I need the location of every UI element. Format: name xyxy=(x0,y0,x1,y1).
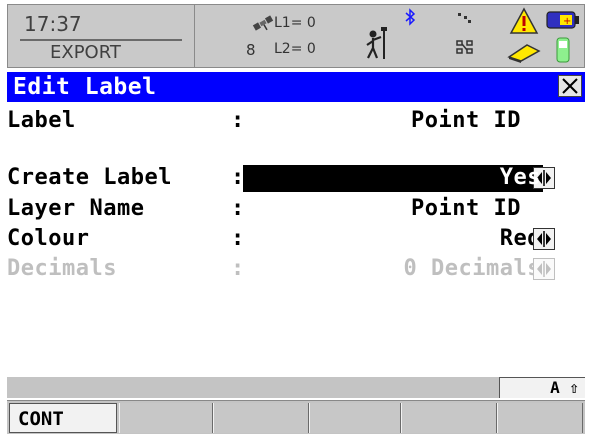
memory-card-icon xyxy=(507,44,541,63)
svg-text:+: + xyxy=(563,16,571,27)
status-time: 17:37 xyxy=(20,11,182,41)
field-value[interactable]: Point ID xyxy=(411,195,521,223)
field-label: Layer Name xyxy=(7,196,145,221)
gnss-status: 8 L1= 0 L2= 0 xyxy=(208,5,338,67)
warning-icon xyxy=(509,7,539,34)
close-icon xyxy=(562,78,578,94)
selection-highlight xyxy=(243,165,543,192)
field-label: Decimals xyxy=(7,256,117,281)
status-bar: 17:37 EXPORT 8 L1= 0 L2= 0 + xyxy=(7,4,585,68)
status-separator xyxy=(194,5,195,67)
left-right-arrows-icon xyxy=(537,231,551,247)
screen: 17:37 EXPORT 8 L1= 0 L2= 0 + Edit Label … xyxy=(0,0,590,437)
field-colon: : xyxy=(231,196,245,221)
field-value: Point ID xyxy=(411,108,521,133)
softkey-f1-cont[interactable]: CONT xyxy=(9,403,117,433)
clock-block: 17:37 EXPORT xyxy=(12,7,188,65)
l1-status: L1= 0 xyxy=(274,15,316,31)
radio-link-icon xyxy=(458,13,471,23)
choice-list-toggle[interactable] xyxy=(533,228,555,250)
l2-status: L2= 0 xyxy=(274,41,316,57)
field-label: Colour xyxy=(7,226,90,251)
row-decimals: Decimals : 0 Decimals xyxy=(7,255,585,285)
field-label: Create Label xyxy=(7,165,172,190)
row-label: Label : Point ID xyxy=(7,107,585,137)
field-value: 0 Decimals xyxy=(403,256,541,281)
softkey-f4[interactable] xyxy=(309,403,401,433)
battery-icon: + xyxy=(546,11,579,29)
info-strip: A ⇧ xyxy=(7,377,585,398)
softkey-bar: CONT xyxy=(7,400,585,434)
surveyor-icon xyxy=(366,27,387,59)
dialog-title: Edit Label xyxy=(13,74,157,100)
bluetooth-icon xyxy=(405,8,416,26)
softkey-f5[interactable] xyxy=(401,403,497,433)
dialog-title-bar: Edit Label xyxy=(7,72,585,102)
close-button[interactable] xyxy=(558,75,582,97)
left-right-arrows-icon xyxy=(537,261,551,277)
row-colour[interactable]: Colour : Red xyxy=(7,225,585,255)
softkey-f3[interactable] xyxy=(213,403,309,433)
field-label: Label xyxy=(7,108,76,133)
field-colon: : xyxy=(231,256,245,281)
status-app-name: EXPORT xyxy=(50,42,121,63)
satellite-icon xyxy=(252,15,274,31)
choice-list-toggle xyxy=(533,258,555,280)
satellite-count: 8 xyxy=(246,41,256,59)
field-value[interactable]: Yes xyxy=(500,164,541,192)
softkey-f6[interactable] xyxy=(497,403,583,433)
softkey-label: CONT xyxy=(18,408,64,430)
controller-icon xyxy=(556,37,570,63)
field-colon: : xyxy=(231,226,245,251)
row-create-label[interactable]: Create Label : Yes xyxy=(7,164,585,194)
network-icon xyxy=(456,40,473,54)
input-mode-indicator: A ⇧ xyxy=(499,377,585,398)
softkey-f2[interactable] xyxy=(119,403,213,433)
field-colon: : xyxy=(231,108,245,133)
row-layer-name[interactable]: Layer Name : Point ID xyxy=(7,195,585,225)
